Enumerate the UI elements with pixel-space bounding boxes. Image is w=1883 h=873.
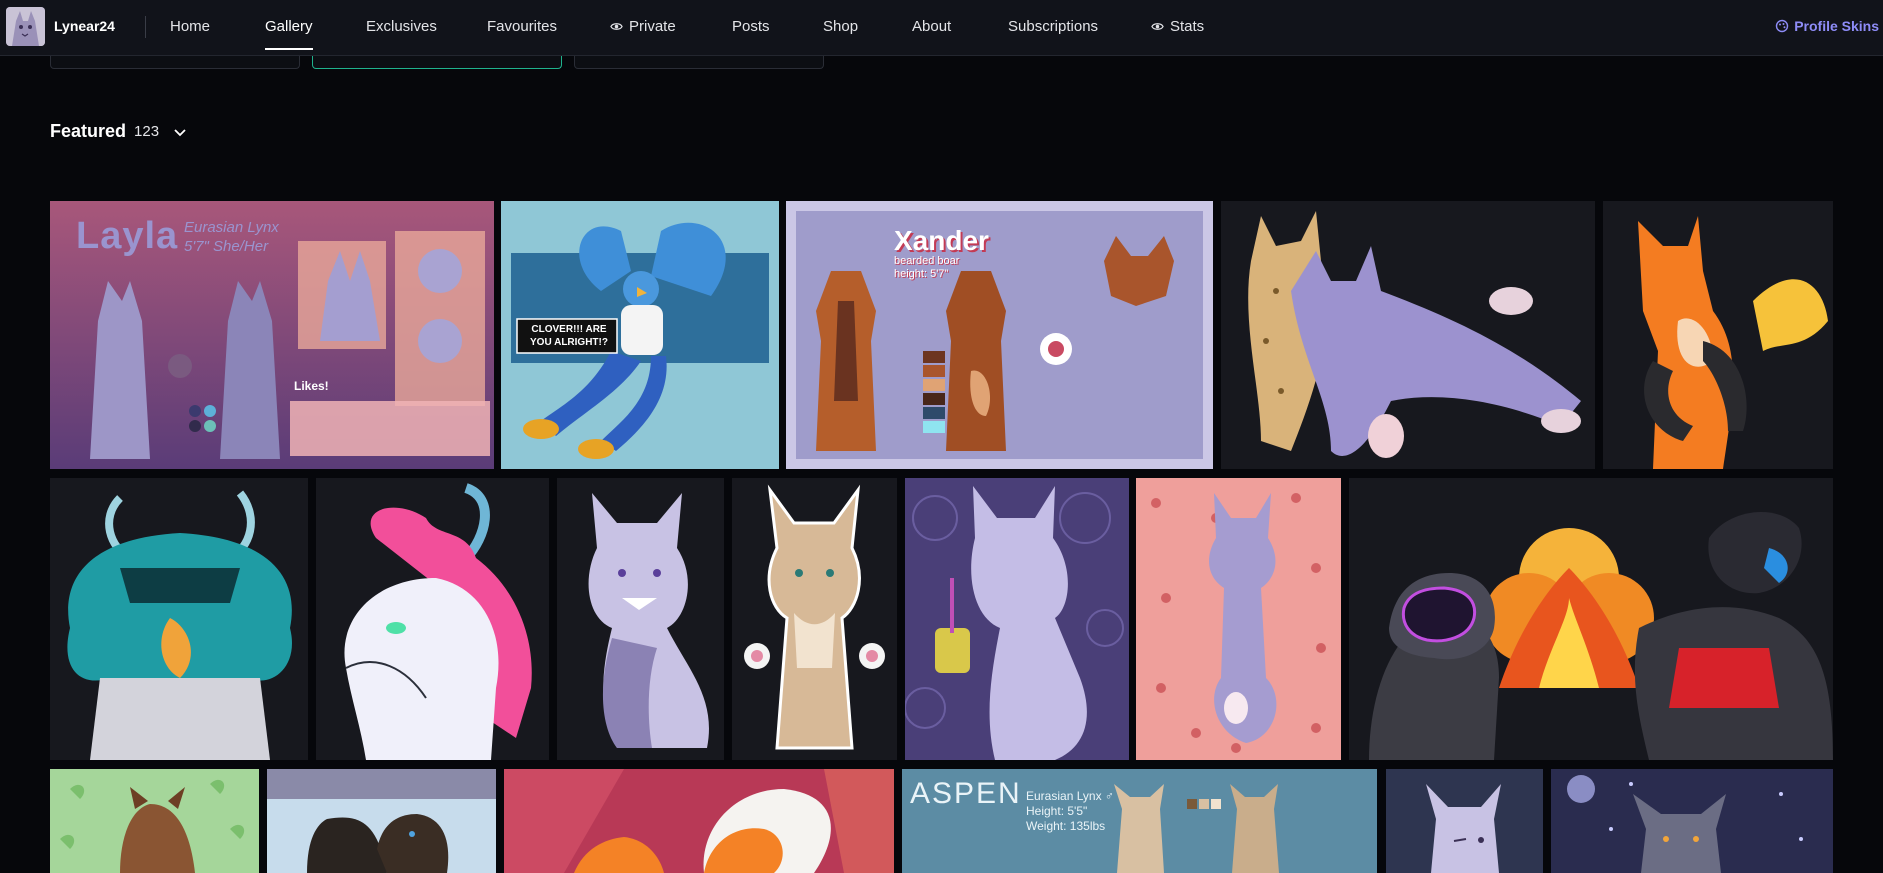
top-nav: Lynear24 Home Gallery Exclusives Favouri… (0, 0, 1883, 56)
featured-count: 123 (134, 123, 160, 140)
gallery-item-fox-tail[interactable] (504, 769, 894, 873)
nav-subscriptions[interactable]: Subscriptions (1008, 18, 1098, 35)
nav-subscriptions-label: Subscriptions (1008, 18, 1099, 35)
nav-stats-label: Stats (1170, 18, 1205, 35)
gallery-item-brown-wolf[interactable] (50, 769, 259, 873)
nav-divider (145, 16, 146, 38)
aspen-height: Height: 5'5" (1026, 804, 1088, 818)
nav-about-label: About (912, 18, 952, 35)
nav-exclusives[interactable]: Exclusives (366, 18, 437, 35)
aspen-species: Eurasian Lynx ♂ (1026, 789, 1114, 803)
gallery-item-xander[interactable]: Xander bearded boar height: 5'7" (786, 201, 1213, 469)
featured-header[interactable]: Featured 123 (50, 121, 187, 142)
aspen-weight: Weight: 135lbs (1026, 819, 1106, 833)
username[interactable]: Lynear24 (54, 18, 115, 34)
clover-speech: CLOVER!!! ARE YOU ALRIGHT!? (530, 324, 608, 348)
nav-shop[interactable]: Shop (823, 18, 858, 35)
gallery-item-fox[interactable] (1603, 201, 1833, 469)
gallery-item-clover[interactable]: CLOVER!!! ARE YOU ALRIGHT!? (501, 201, 779, 469)
profile-skins-label: Profile Skins (1794, 18, 1879, 34)
eye-icon (1151, 23, 1164, 30)
gallery-item-lynx-grin[interactable] (557, 478, 724, 760)
gallery-item-teal-dragon[interactable] (50, 478, 308, 760)
gallery-item-lynx-duo[interactable] (1221, 201, 1595, 469)
eye-icon (610, 23, 623, 30)
gallery-item-lynx-paws[interactable] (1136, 478, 1341, 760)
palette-icon (1775, 19, 1789, 33)
nav-shop-label: Shop (823, 18, 859, 35)
xander-sub2: height: 5'7" (894, 268, 949, 280)
chevron-down-icon (174, 128, 186, 136)
nav-gallery[interactable]: Gallery (265, 18, 313, 50)
nav-private[interactable]: Private (610, 18, 676, 35)
gallery-item-lynx-wink[interactable] (1386, 769, 1543, 873)
nav-gallery-label: Gallery (265, 18, 313, 35)
nav-home[interactable]: Home (170, 18, 210, 35)
xander-name: Xander (894, 225, 989, 256)
gallery-item-black-leopard[interactable] (267, 769, 496, 873)
nav-favourites-label: Favourites (487, 18, 558, 35)
gallery-item-robots-explosion[interactable] (1349, 478, 1833, 760)
nav-private-label: Private (629, 18, 676, 35)
gallery-item-lynx-bubbles[interactable] (905, 478, 1129, 760)
gallery-item-layla[interactable]: Layla Eurasian Lynx 5'7" She/Her Likes! (50, 201, 494, 469)
xander-sub1: bearded boar (894, 255, 960, 267)
layla-species: Eurasian Lynx (184, 219, 279, 236)
gallery-item-aspen[interactable]: ASPEN Eurasian Lynx ♂ Height: 5'5" Weigh… (902, 769, 1377, 873)
nav-posts-label: Posts (732, 18, 770, 35)
nav-posts[interactable]: Posts (732, 18, 770, 35)
gallery-item-night-wolf[interactable] (1551, 769, 1833, 873)
featured-title: Featured (50, 121, 127, 141)
profile-skins-link[interactable]: Profile Skins (1775, 18, 1879, 34)
layla-likes: Likes! (294, 379, 329, 393)
nav-about[interactable]: About (912, 18, 951, 35)
layla-line2: 5'7" She/Her (184, 238, 269, 255)
aspen-name: ASPEN (910, 777, 1022, 810)
avatar[interactable] (6, 7, 45, 46)
gallery-item-pink-dragon[interactable] (316, 478, 549, 760)
nav-stats[interactable]: Stats (1151, 18, 1204, 35)
nav-home-label: Home (170, 18, 211, 35)
nav-exclusives-label: Exclusives (366, 18, 437, 35)
layla-name: Layla (76, 215, 179, 257)
gallery-item-lynx-tan[interactable] (732, 478, 897, 760)
nav-favourites[interactable]: Favourites (487, 18, 557, 35)
